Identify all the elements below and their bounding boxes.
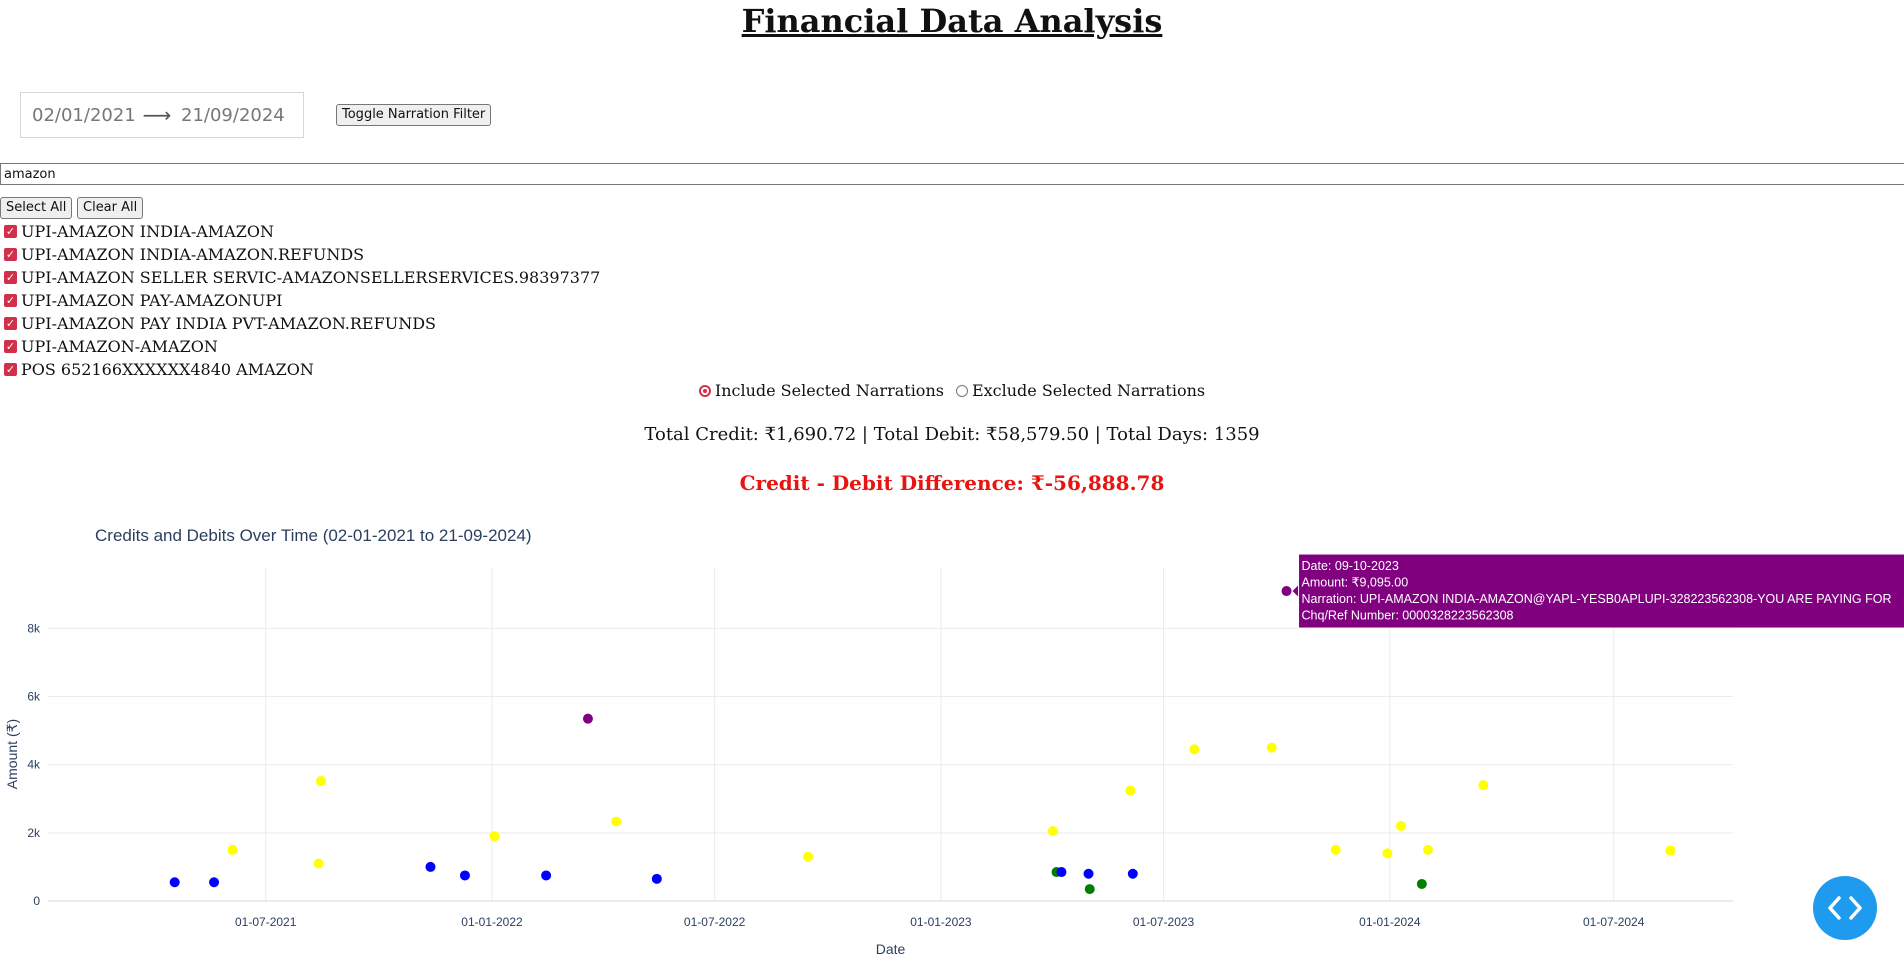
data-point[interactable]: [1056, 867, 1067, 878]
narration-label: UPI-AMAZON PAY INDIA PVT-AMAZON.REFUNDS: [21, 314, 436, 333]
narration-checklist: ✓ UPI-AMAZON INDIA-AMAZON ✓ UPI-AMAZON IND…: [4, 220, 600, 381]
data-point[interactable]: [803, 851, 814, 862]
x-tick-label: 01-07-2021: [235, 915, 297, 929]
data-point[interactable]: [1125, 785, 1136, 796]
y-tick-label: 8k: [27, 621, 41, 635]
radio-unselected-icon[interactable]: [955, 384, 968, 397]
page-title: Financial Data Analysis: [741, 2, 1163, 40]
data-point[interactable]: [489, 831, 500, 842]
exclude-radio[interactable]: Exclude Selected Narrations: [955, 381, 1206, 400]
narration-label: UPI-AMAZON PAY-AMAZONUPI: [21, 291, 283, 310]
narration-label: POS 652166XXXXXX4840 AMAZON: [21, 360, 314, 379]
credit-debit-difference: Credit - Debit Difference: ₹-56,888.78: [739, 471, 1165, 495]
y-axis-label: Amount (₹): [4, 719, 20, 789]
x-tick-label: 01-01-2023: [910, 915, 972, 929]
toggle-narration-filter-button[interactable]: Toggle Narration Filter: [336, 104, 492, 126]
exclude-radio-label: Exclude Selected Narrations: [971, 381, 1206, 400]
data-point[interactable]: [1266, 742, 1277, 753]
narration-option[interactable]: ✓ UPI-AMAZON INDIA-AMAZON: [4, 220, 600, 243]
data-point[interactable]: [541, 870, 552, 881]
totals-summary: Total Credit: ₹1,690.72 | Total Debit: ₹…: [644, 424, 1260, 445]
x-tick-label: 01-01-2022: [461, 915, 523, 929]
narration-option[interactable]: ✓ UPI-AMAZON SELLER SERVIC-AMAZONSELLERSE…: [4, 266, 600, 289]
narration-option[interactable]: ✓ UPI-AMAZON PAY-AMAZONUPI: [4, 289, 600, 312]
data-point[interactable]: [1416, 878, 1427, 889]
data-point[interactable]: [1665, 845, 1676, 856]
y-tick-label: 0: [33, 894, 40, 908]
code-icon: [1828, 896, 1862, 920]
x-tick-label: 01-07-2023: [1133, 915, 1195, 929]
tooltip-line: Date: 09-10-2023: [1302, 559, 1399, 573]
x-tick-label: 01-07-2022: [684, 915, 746, 929]
narration-option[interactable]: ✓ POS 652166XXXXXX4840 AMAZON: [4, 358, 600, 381]
data-point[interactable]: [1047, 826, 1058, 837]
tooltip-pointer: [1292, 585, 1299, 598]
narration-search-input[interactable]: [0, 163, 1904, 185]
include-radio[interactable]: Include Selected Narrations: [698, 381, 944, 400]
chart-title: Credits and Debits Over Time (02-01-2021…: [95, 526, 532, 545]
narration-label: UPI-AMAZON INDIA-AMAZON.REFUNDS: [21, 245, 365, 264]
radio-selected-icon[interactable]: [698, 384, 711, 397]
start-date-input[interactable]: 02/01/2021: [21, 105, 139, 126]
data-point[interactable]: [1422, 844, 1433, 855]
y-tick-label: 2k: [27, 826, 41, 840]
data-point[interactable]: [227, 844, 238, 855]
data-point[interactable]: [582, 713, 593, 724]
checkbox-checked-icon[interactable]: ✓: [4, 248, 17, 261]
data-point[interactable]: [1395, 821, 1406, 832]
data-point[interactable]: [209, 877, 220, 888]
narration-label: UPI-AMAZON INDIA-AMAZON: [21, 222, 274, 241]
data-point[interactable]: [1189, 744, 1200, 755]
tooltip-line: Narration: UPI-AMAZON INDIA-AMAZON@YAPL-…: [1302, 592, 1892, 606]
data-point[interactable]: [1084, 884, 1095, 895]
date-range-picker[interactable]: 02/01/2021 ⟶ 21/09/2024: [20, 92, 304, 138]
x-tick-label: 01-01-2024: [1359, 915, 1421, 929]
data-point[interactable]: [611, 816, 622, 827]
data-point[interactable]: [459, 870, 470, 881]
select-all-button[interactable]: Select All: [0, 197, 73, 219]
checkbox-checked-icon[interactable]: ✓: [4, 363, 17, 376]
data-point[interactable]: [1127, 868, 1138, 879]
data-point[interactable]: [1478, 780, 1489, 791]
tooltip-line: Chq/Ref Number: 0000328223562308: [1302, 609, 1514, 623]
code-toggle-button[interactable]: [1813, 876, 1877, 940]
narration-option[interactable]: ✓ UPI-AMAZON PAY INDIA PVT-AMAZON.REFUNDS: [4, 312, 600, 335]
checkbox-checked-icon[interactable]: ✓: [4, 317, 17, 330]
data-point[interactable]: [425, 861, 436, 872]
include-radio-label: Include Selected Narrations: [714, 381, 944, 400]
y-tick-label: 6k: [27, 690, 41, 704]
checkbox-checked-icon[interactable]: ✓: [4, 271, 17, 284]
y-tick-label: 4k: [27, 758, 41, 772]
checkbox-checked-icon[interactable]: ✓: [4, 294, 17, 307]
data-point[interactable]: [1083, 868, 1094, 879]
checkbox-checked-icon[interactable]: ✓: [4, 225, 17, 238]
data-point[interactable]: [651, 873, 662, 884]
data-point[interactable]: [1330, 844, 1341, 855]
narration-mode-radio-group: Include Selected Narrations Exclude Sele…: [0, 381, 1904, 400]
end-date-input[interactable]: 21/09/2024: [175, 105, 293, 126]
narration-option[interactable]: ✓ UPI-AMAZON INDIA-AMAZON.REFUNDS: [4, 243, 600, 266]
tooltip-line: Amount: ₹9,095.00: [1302, 576, 1409, 590]
data-point[interactable]: [1281, 586, 1292, 597]
narration-label: UPI-AMAZON-AMAZON: [21, 337, 218, 356]
clear-all-button[interactable]: Clear All: [77, 197, 144, 219]
data-point[interactable]: [313, 858, 324, 869]
narration-label: UPI-AMAZON SELLER SERVIC-AMAZONSELLERSER…: [21, 268, 601, 287]
narration-option[interactable]: ✓ UPI-AMAZON-AMAZON: [4, 335, 600, 358]
credits-debits-scatter-chart[interactable]: Credits and Debits Over Time (02-01-2021…: [0, 515, 1904, 966]
x-tick-label: 01-07-2024: [1583, 915, 1645, 929]
arrow-right-icon: ⟶: [142, 103, 172, 127]
checkbox-checked-icon[interactable]: ✓: [4, 340, 17, 353]
x-axis-label: Date: [876, 941, 906, 957]
data-point[interactable]: [316, 776, 327, 787]
data-point[interactable]: [169, 877, 180, 888]
data-point[interactable]: [1382, 848, 1393, 859]
